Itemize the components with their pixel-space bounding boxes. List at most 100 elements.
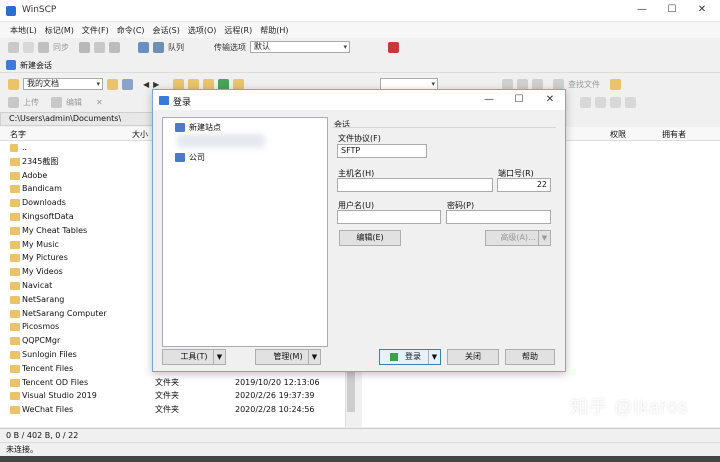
new-session-tab[interactable]: 新建会话 [6, 58, 52, 72]
password-input[interactable] [446, 210, 551, 224]
parent-dir-icon [10, 144, 18, 152]
find-files-button[interactable]: 查找文件 [568, 79, 600, 90]
help-button[interactable]: 帮助 [505, 349, 555, 365]
edit-button[interactable]: 编辑 [66, 97, 82, 108]
right-folder-icon[interactable] [502, 78, 513, 90]
menu-files[interactable]: 文件(F) [82, 25, 109, 36]
title-bar [0, 0, 720, 22]
home-icon[interactable] [203, 78, 215, 90]
transfer-options-label: 传输选项 [214, 42, 246, 52]
parent-dir-icon[interactable] [173, 78, 185, 90]
protocol-select[interactable]: SFTP [337, 144, 427, 158]
file-name: My Cheat Tables [22, 225, 88, 235]
right-home-icon[interactable] [517, 78, 528, 90]
refresh-icon[interactable] [218, 78, 230, 90]
file-row[interactable]: Tencent OD Files 文件夹 2019/10/20 12:13:06 [0, 376, 345, 390]
login-dialog: 登录 — ☐ ✕ 新建站点 公司 会话 文件协议(F) SFTP 主机名(H) … [152, 89, 566, 372]
close-button[interactable]: ✕ [694, 3, 710, 17]
remove-dir-icon[interactable] [610, 96, 621, 108]
compare-icon[interactable] [79, 41, 90, 53]
maximize-button[interactable]: ☐ [664, 3, 680, 17]
file-name: Tencent OD Files [22, 377, 89, 387]
right-refresh-icon[interactable] [532, 78, 543, 90]
folder-icon [10, 171, 20, 180]
directory-icon[interactable] [94, 41, 105, 53]
sync-button[interactable]: 同步 [53, 42, 69, 53]
site-icon [175, 123, 185, 132]
filter-icon[interactable] [122, 78, 133, 90]
name-column-header[interactable]: 名字 [10, 129, 26, 140]
window-title: WinSCP [22, 5, 57, 15]
transfer-settings-select[interactable]: 默认 [250, 41, 350, 53]
file-row[interactable]: Visual Studio 2019 文件夹 2020/2/26 19:37:39 [0, 389, 345, 403]
properties-icon[interactable] [625, 96, 636, 108]
remove-icon[interactable] [23, 41, 34, 53]
login-button[interactable]: 登录 ▼ [379, 349, 441, 365]
menu-mark[interactable]: 标记(M) [45, 25, 74, 36]
sync-icon[interactable] [38, 41, 49, 53]
login-icon [159, 96, 169, 105]
find-files-icon[interactable] [553, 78, 564, 90]
minimize-button[interactable]: — [634, 3, 650, 17]
menu-session[interactable]: 会话(S) [153, 25, 180, 36]
open-folder-icon[interactable] [107, 78, 118, 90]
add-dir-icon[interactable] [595, 96, 606, 108]
disconnect-icon[interactable] [388, 41, 399, 53]
left-location-select[interactable]: 我的文档 [23, 78, 103, 90]
upload-icon[interactable] [8, 96, 19, 108]
root-dir-icon[interactable] [188, 78, 200, 90]
owner-column-header[interactable]: 拥有者 [662, 129, 686, 140]
find-icon[interactable] [233, 78, 245, 90]
delete-icon[interactable]: ✕ [96, 98, 103, 107]
rights-column-header[interactable]: 权限 [610, 129, 626, 140]
redacted-site-entry [177, 134, 265, 148]
file-name: NetSarang [22, 294, 65, 304]
back-icon[interactable]: ◀ [143, 80, 149, 89]
file-name: Visual Studio 2019 [22, 391, 97, 401]
advanced-button[interactable]: 高级(A)... ▼ [485, 230, 551, 246]
dialog-title: 登录 [173, 98, 192, 108]
folder-icon [10, 351, 20, 359]
connection-status: 未连接。 [0, 442, 720, 456]
terminal-icon[interactable] [109, 41, 120, 53]
username-input[interactable] [337, 210, 441, 224]
menu-help[interactable]: 帮助(H) [260, 25, 288, 36]
add-icon[interactable] [8, 41, 19, 53]
forward-icon[interactable]: ▶ [153, 80, 159, 89]
tree-node-new-site[interactable]: 新建站点 [175, 122, 221, 133]
close-dialog-button[interactable]: 关闭 [447, 349, 499, 365]
edit-icon[interactable] [51, 96, 62, 108]
left-scroll-thumb[interactable] [347, 372, 355, 412]
dialog-minimize-button[interactable]: — [481, 93, 497, 107]
dialog-maximize-button[interactable]: ☐ [511, 93, 527, 107]
size-column-header[interactable]: 大小 [132, 129, 148, 140]
port-input[interactable]: 22 [497, 178, 551, 192]
queue-button[interactable]: 队列 [168, 42, 184, 53]
folder-icon [10, 337, 20, 346]
tree-node-company[interactable]: 公司 [175, 152, 205, 163]
edit-button[interactable]: 编辑(E) [339, 230, 401, 246]
tools-button[interactable]: 工具(T) ▼ [162, 349, 226, 365]
taskbar-strip [0, 456, 720, 462]
folder-icon [10, 185, 20, 194]
file-type: 文件夹 [155, 391, 179, 401]
gear-icon[interactable] [138, 41, 149, 53]
menu-remote[interactable]: 远程(R) [224, 25, 252, 36]
new-session-label: 新建会话 [20, 60, 52, 70]
queue-icon[interactable] [153, 41, 164, 53]
dialog-title-bar [153, 90, 565, 110]
right-bookmark-icon[interactable] [610, 78, 621, 90]
menu-commands[interactable]: 命令(C) [117, 25, 145, 36]
menu-options[interactable]: 选项(O) [188, 25, 217, 36]
host-input[interactable] [337, 178, 493, 192]
folder-icon [10, 323, 20, 332]
manage-button[interactable]: 管理(M) ▼ [255, 349, 321, 365]
new-file-icon[interactable] [580, 96, 591, 108]
file-name: My Music [22, 239, 59, 249]
dialog-close-button[interactable]: ✕ [542, 93, 558, 107]
file-name: My Pictures [22, 253, 68, 263]
upload-button[interactable]: 上传 [23, 97, 39, 108]
file-row[interactable]: WeChat Files 文件夹 2020/2/28 10:24:56 [0, 403, 345, 417]
site-tree[interactable]: 新建站点 公司 [162, 117, 328, 347]
menu-local[interactable]: 本地(L) [10, 25, 37, 36]
